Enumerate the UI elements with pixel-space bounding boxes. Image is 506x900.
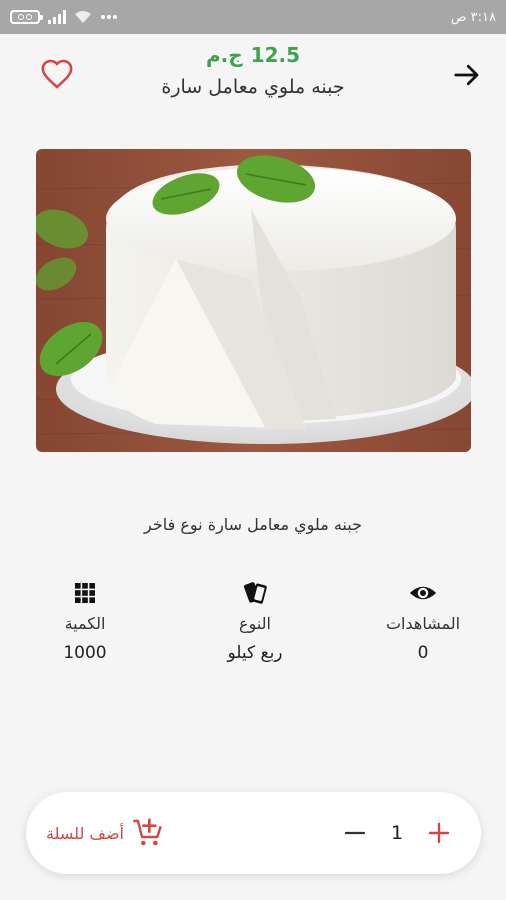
- stat-views: المشاهدات 0: [353, 578, 493, 663]
- status-bar: ٣:١٨ ص: [0, 0, 506, 34]
- quantity-value: 1: [390, 822, 404, 844]
- cart-bar: أضف للسلة 1: [26, 792, 481, 874]
- cards-icon: [243, 582, 267, 604]
- signal-icon: [48, 10, 66, 24]
- stat-type-value: ربع كيلو: [227, 643, 283, 663]
- stat-quantity-label: الكمية: [64, 614, 106, 633]
- stat-quantity: الكمية 1000: [15, 578, 155, 663]
- product-title: جبنه ملوي معامل سارة: [161, 76, 345, 98]
- stat-type-label: النوع: [239, 614, 271, 633]
- status-icons: [10, 10, 118, 24]
- stat-quantity-value: 1000: [63, 643, 107, 663]
- stat-views-label: المشاهدات: [385, 614, 461, 633]
- product-description: جبنه ملوي معامل سارة نوع فاخر: [144, 515, 362, 534]
- battery-icon: [10, 10, 43, 24]
- eye-icon: [409, 586, 437, 600]
- plus-icon[interactable]: [427, 821, 451, 845]
- arrow-forward-icon[interactable]: [450, 60, 484, 90]
- stat-type: النوع ربع كيلو: [185, 578, 325, 663]
- stat-views-value: 0: [417, 643, 429, 663]
- price: ج.م 12.5: [0, 43, 506, 67]
- grid-icon: [75, 583, 95, 603]
- wifi-icon: [75, 11, 91, 23]
- status-time: ٣:١٨ ص: [450, 9, 496, 25]
- cart-plus-icon: [133, 818, 162, 846]
- add-to-cart-label: أضف للسلة: [46, 823, 124, 843]
- quantity-stepper: 1: [343, 814, 451, 852]
- more-dots-icon: [101, 15, 117, 19]
- price-currency: ج.م: [205, 43, 243, 67]
- add-to-cart-button[interactable]: أضف للسلة: [46, 816, 164, 850]
- product-image: [36, 149, 471, 452]
- price-value: 12.5: [250, 43, 301, 67]
- header: ج.م 12.5 جبنه ملوي معامل سارة: [0, 34, 506, 114]
- minus-icon[interactable]: [343, 821, 367, 845]
